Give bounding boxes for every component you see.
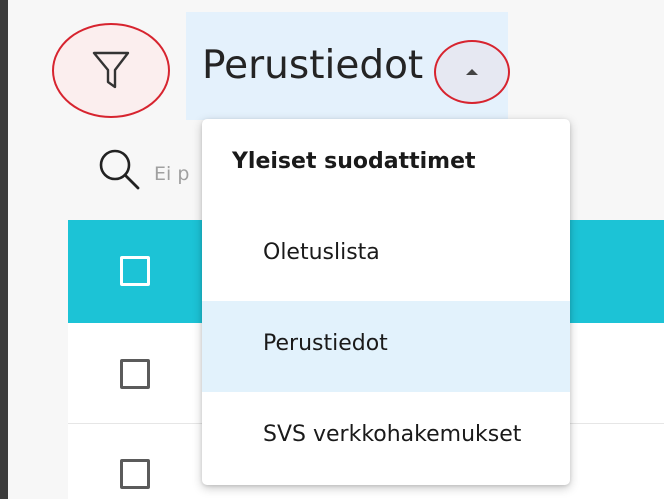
menu-section-header: Yleiset suodattimet	[232, 149, 476, 174]
filter-button[interactable]	[52, 23, 170, 118]
search-input[interactable]	[154, 156, 202, 192]
filter-preset-selector[interactable]: Perustiedot	[186, 12, 510, 120]
filter-preset-menu: Yleiset suodattimet Oletuslista Perustie…	[202, 119, 570, 485]
row-checkbox[interactable]	[120, 359, 150, 389]
page: Perustiedot Yleiset suodattimet Oletusli…	[0, 0, 664, 499]
filter-icon	[92, 51, 130, 88]
menu-item-oletuslista[interactable]: Oletuslista	[202, 210, 570, 301]
row-checkbox[interactable]	[120, 459, 150, 489]
filter-preset-label: Perustiedot	[202, 43, 424, 88]
caret-up-icon	[466, 69, 478, 75]
sidebar-edge	[0, 0, 8, 499]
menu-item-label: Oletuslista	[263, 240, 380, 265]
menu-item-label: Perustiedot	[263, 331, 388, 356]
search-icon[interactable]	[96, 146, 142, 192]
dropdown-toggle-button[interactable]	[434, 40, 510, 104]
menu-item-label: SVS verkkohakemukset	[263, 422, 522, 447]
select-all-checkbox[interactable]	[120, 256, 150, 286]
menu-item-perustiedot[interactable]: Perustiedot	[202, 301, 570, 392]
menu-item-svs-verkkohakemukset[interactable]: SVS verkkohakemukset	[202, 392, 570, 483]
